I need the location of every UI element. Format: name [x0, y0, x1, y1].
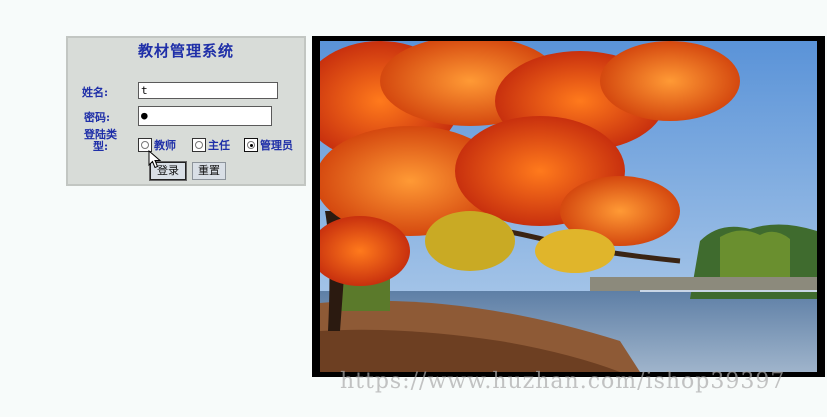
reset-button[interactable]: 重置: [192, 162, 226, 180]
name-label: 姓名:: [82, 86, 109, 99]
radio-admin[interactable]: 管理员: [244, 136, 293, 154]
login-type-radio-group: 教师 主任 管理员: [138, 136, 306, 156]
radio-director[interactable]: 主任: [192, 136, 230, 154]
password-input[interactable]: ●: [138, 106, 272, 126]
login-type-label: 登陆类 型:: [84, 129, 117, 153]
autumn-tree-lake-image: [320, 41, 817, 372]
password-label: 密码:: [84, 111, 111, 124]
autumn-photo: [312, 36, 825, 377]
watermark-url: https://www.huzhan.com/ishop39397: [340, 369, 786, 394]
mouse-pointer-icon: [148, 150, 162, 169]
page-title: 教材管理系统: [137, 42, 234, 60]
login-panel: 教材管理系统 姓名: t 密码: ● 登陆类 型: 教师 主任 管理员 登录 重…: [66, 36, 306, 186]
radio-teacher-circle[interactable]: [141, 141, 149, 149]
radio-director-frame[interactable]: [192, 138, 206, 152]
name-input[interactable]: t: [138, 82, 278, 99]
radio-admin-label[interactable]: 管理员: [260, 137, 293, 153]
login-type-label-line2: 型:: [92, 140, 109, 153]
radio-director-circle[interactable]: [195, 141, 203, 149]
radio-admin-circle[interactable]: [247, 141, 255, 149]
radio-admin-frame[interactable]: [244, 138, 258, 152]
radio-director-label[interactable]: 主任: [208, 137, 230, 153]
